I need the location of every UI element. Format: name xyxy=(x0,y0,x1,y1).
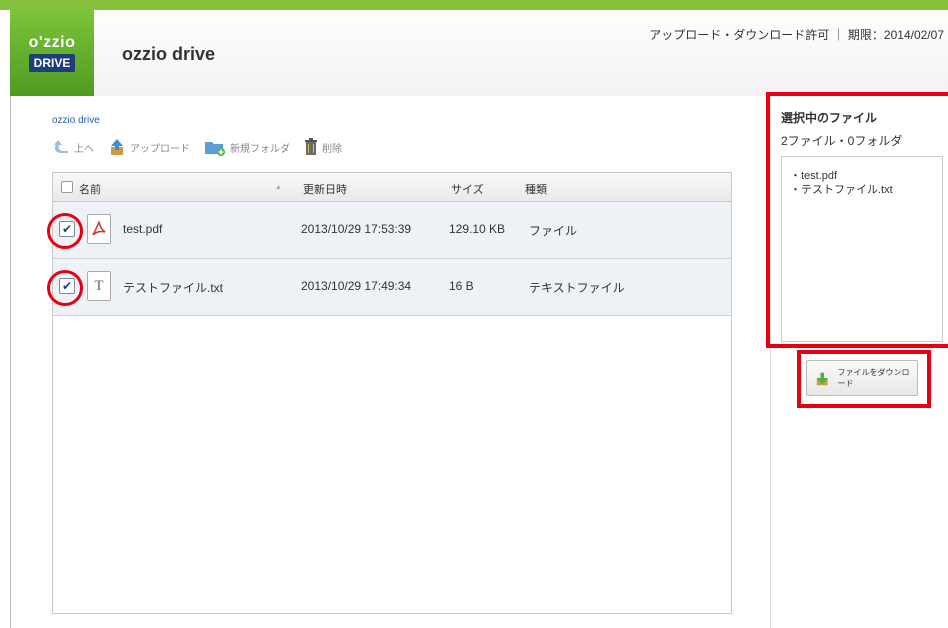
delete-button[interactable]: 削除 xyxy=(304,138,342,156)
highlight-circle xyxy=(47,270,83,306)
new-folder-button[interactable]: 新規フォルダ xyxy=(204,138,290,156)
file-type: ファイル xyxy=(529,224,578,238)
size-column-header[interactable]: サイズ xyxy=(451,181,484,197)
file-type: テキストファイル xyxy=(529,281,625,295)
up-label: 上へ xyxy=(74,143,94,155)
highlight-box xyxy=(766,92,948,348)
left-border xyxy=(10,96,11,628)
logo-text: o'zzio xyxy=(28,33,76,51)
table-row[interactable]: ✔ T テストファイル.txt 2013/10/29 17:49:34 16 B… xyxy=(53,259,731,316)
upload-button[interactable]: アップロード xyxy=(108,138,190,156)
file-size: 129.10 KB xyxy=(449,222,506,236)
app-logo[interactable]: o'zzio DRIVE xyxy=(10,10,94,96)
top-accent-bar xyxy=(0,0,948,10)
delete-label: 削除 xyxy=(322,143,342,155)
toolbar: 上へ アップロード 新規フォルダ 削除 xyxy=(52,136,356,158)
header: o'zzio DRIVE ozzio drive アップロード・ダウンロード許可… xyxy=(10,10,948,96)
pdf-icon xyxy=(87,214,111,244)
up-button[interactable]: 上へ xyxy=(52,139,94,155)
file-name[interactable]: テストファイル.txt xyxy=(123,279,223,296)
select-all-checkbox[interactable] xyxy=(61,181,73,193)
up-arrow-icon xyxy=(54,140,68,153)
breadcrumb[interactable]: ozzio drive xyxy=(52,115,100,126)
logo-subtext: DRIVE xyxy=(28,53,76,72)
file-modified: 2013/10/29 17:49:34 xyxy=(301,279,412,293)
type-column-header[interactable]: 種類 xyxy=(525,181,547,197)
table-row[interactable]: ✔ test.pdf 2013/10/29 17:53:39 129.10 KB… xyxy=(53,202,731,259)
highlight-box xyxy=(797,350,931,408)
new-folder-label: 新規フォルダ xyxy=(230,143,290,155)
permission-info: アップロード・ダウンロード許可 ｜ 期限：2014/02/07 xyxy=(649,28,944,42)
sort-asc-icon: ▲ xyxy=(275,184,282,191)
text-file-icon: T xyxy=(87,271,111,301)
file-list-header: 名前 ▲ 更新日時 サイズ 種類 xyxy=(53,173,731,202)
file-list: 名前 ▲ 更新日時 サイズ 種類 ✔ test.pdf 2013/10/29 1… xyxy=(52,172,732,614)
highlight-circle xyxy=(47,213,83,249)
name-column-header[interactable]: 名前 xyxy=(79,181,101,197)
file-size: 16 B xyxy=(449,279,474,293)
upload-label: アップロード xyxy=(130,143,190,155)
app-title: ozzio drive xyxy=(122,44,216,64)
upload-icon xyxy=(111,139,123,155)
folder-add-icon xyxy=(205,142,225,156)
modified-column-header[interactable]: 更新日時 xyxy=(303,181,347,197)
trash-icon xyxy=(305,138,317,155)
file-name[interactable]: test.pdf xyxy=(123,222,162,236)
file-modified: 2013/10/29 17:53:39 xyxy=(301,222,412,236)
